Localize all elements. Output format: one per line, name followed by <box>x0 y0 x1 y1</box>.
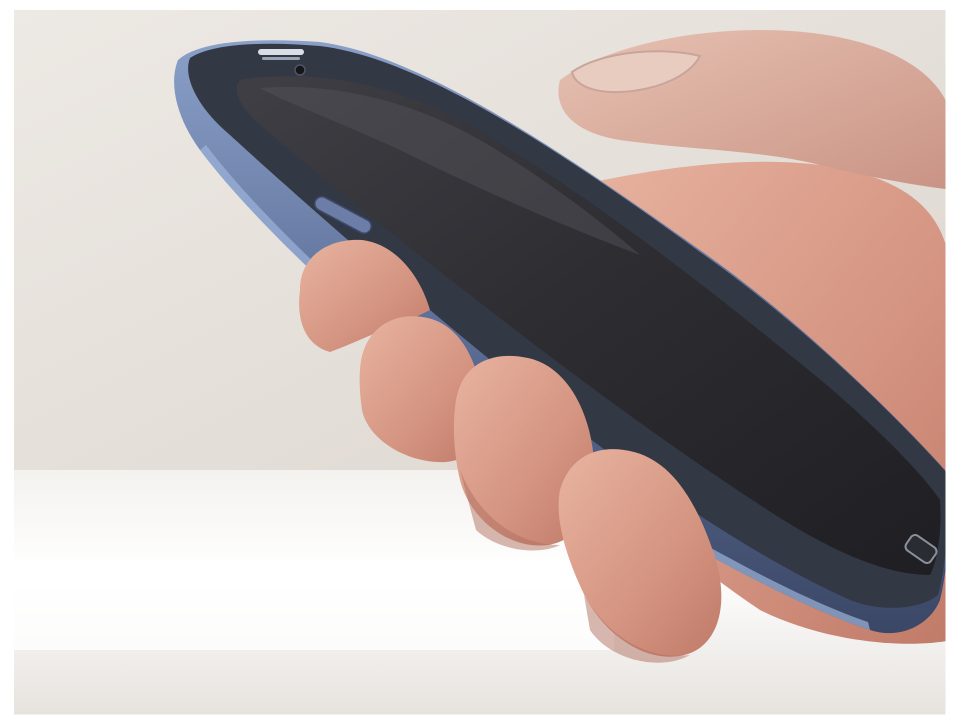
front-camera-icon <box>294 64 306 76</box>
speaker-grille-icon <box>258 49 304 60</box>
surface-highlight <box>14 560 614 650</box>
photo-scene <box>0 0 953 722</box>
photo-frame <box>0 0 953 722</box>
